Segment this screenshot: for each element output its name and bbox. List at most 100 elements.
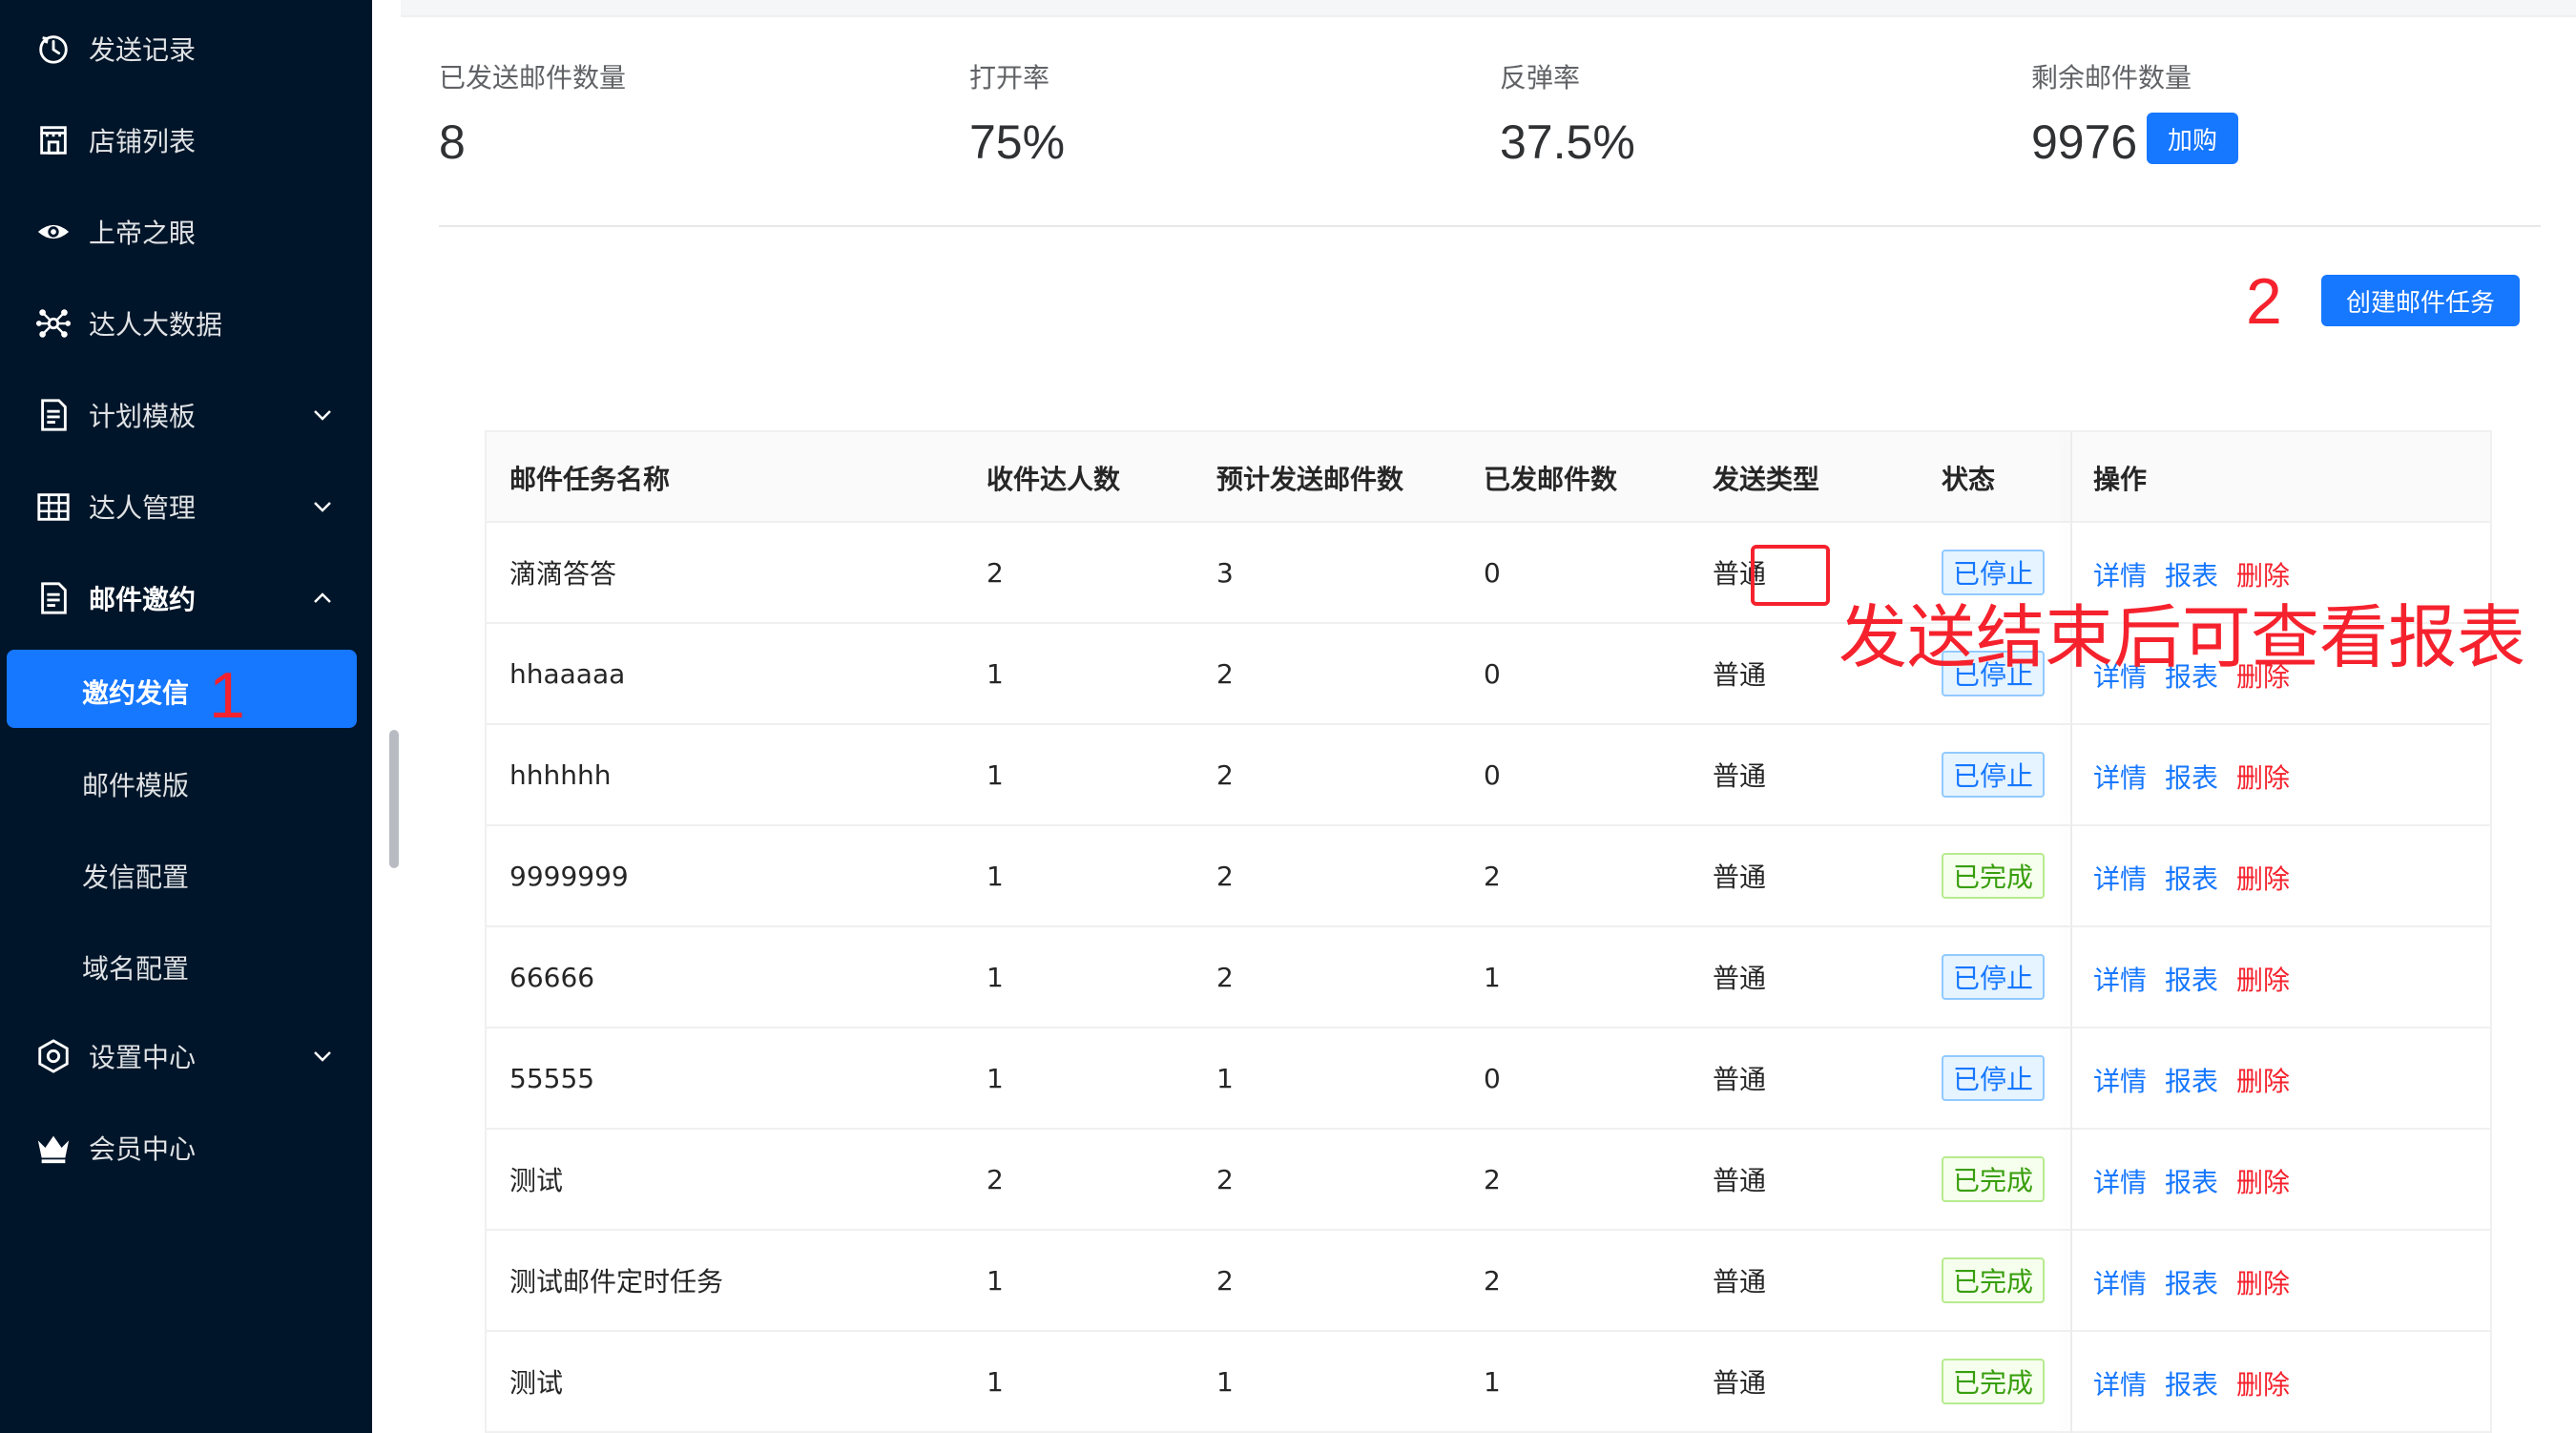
table-row: 测试 2 2 2 普通 已完成 详情 报表 删除: [487, 1130, 2490, 1231]
stat-bounce-rate: 反弹率 37.5%: [1500, 57, 1635, 169]
report-link[interactable]: 报表: [2165, 758, 2218, 796]
sidebar-item-label: 邮件邀约: [89, 584, 197, 615]
cell-planned: 2: [1216, 657, 1234, 690]
cell-status: 已停止: [1942, 1028, 2046, 1128]
sidebar-item-shop-list[interactable]: 店铺列表: [0, 99, 372, 181]
annotation-step-1: 1: [209, 659, 245, 732]
delete-link[interactable]: 删除: [2236, 555, 2290, 593]
delete-link[interactable]: 删除: [2236, 859, 2290, 897]
sidebar-item-influencer-management[interactable]: 达人管理: [0, 466, 372, 548]
stat-title: 反弹率: [1500, 62, 1581, 93]
report-link[interactable]: 报表: [2165, 859, 2218, 897]
cell-status: 已停止: [1942, 927, 2046, 1027]
report-link[interactable]: 报表: [2165, 1263, 2218, 1301]
cell-sent: 2: [1484, 1163, 1501, 1195]
status-badge: 已完成: [1942, 1359, 2046, 1404]
column-header: 操作: [2093, 463, 2148, 495]
cell-status: 已完成: [1942, 1130, 2046, 1229]
detail-link[interactable]: 详情: [2093, 758, 2147, 796]
delete-link[interactable]: 删除: [2236, 1263, 2290, 1301]
eye-icon: [34, 213, 73, 251]
sidebar-item-label: 计划模板: [89, 401, 197, 432]
status-badge: 已停止: [1942, 550, 2046, 595]
status-badge: 已停止: [1942, 954, 2046, 1000]
detail-link[interactable]: 详情: [2093, 1364, 2147, 1402]
table-row: 测试 1 1 1 普通 已完成 详情 报表 删除: [487, 1332, 2490, 1433]
cell-planned: 2: [1216, 961, 1234, 993]
cell-planned: 2: [1216, 1264, 1234, 1297]
cell-type: 普通: [1713, 862, 1767, 893]
detail-link[interactable]: 详情: [2093, 1061, 2147, 1099]
sidebar-subitem-label: 发信配置: [82, 862, 190, 893]
sidebar-subitem-email-template[interactable]: 邮件模版: [0, 740, 372, 822]
cell-sent: 2: [1484, 860, 1501, 892]
sidebar-item-member-center[interactable]: 会员中心: [0, 1107, 372, 1189]
sidebar-subitem-label: 域名配置: [82, 953, 190, 985]
cell-sent: 2: [1484, 1264, 1501, 1297]
stat-title: 打开率: [969, 62, 1050, 93]
delete-link[interactable]: 删除: [2236, 1061, 2290, 1099]
sidebar-item-email-invitation[interactable]: 邮件邀约: [0, 557, 372, 639]
cell-type: 普通: [1713, 963, 1767, 994]
table-icon: [34, 488, 73, 526]
top-strip: [401, 0, 2576, 17]
table-row: 55555 1 1 0 普通 已停止 详情 报表 删除: [487, 1028, 2490, 1130]
network-icon: [34, 304, 73, 343]
cell-sent: 0: [1484, 657, 1501, 690]
cell-recipients: 2: [987, 556, 1004, 589]
cell-planned: 1: [1216, 1365, 1234, 1398]
sidebar-item-send-records[interactable]: 发送记录: [0, 8, 372, 90]
cell-recipients: 2: [987, 1163, 1004, 1195]
email-task-table: 邮件任务名称 收件达人数 预计发送邮件数 已发邮件数 发送类型 状态 操作 滴滴…: [485, 430, 2492, 1433]
document-icon: [34, 579, 73, 617]
scrollbar-thumb[interactable]: [389, 730, 399, 868]
report-link[interactable]: 报表: [2165, 960, 2218, 998]
sidebar-item-influencer-data[interactable]: 达人大数据: [0, 282, 372, 364]
detail-link[interactable]: 详情: [2093, 1162, 2147, 1200]
cell-status: 已停止: [1942, 725, 2046, 824]
table-header: 邮件任务名称 收件达人数 预计发送邮件数 已发邮件数 发送类型 状态 操作: [487, 432, 2490, 523]
sidebar-subitem-send-config[interactable]: 发信配置: [0, 832, 372, 914]
chevron-down-icon: [314, 410, 331, 421]
delete-link[interactable]: 删除: [2236, 960, 2290, 998]
detail-link[interactable]: 详情: [2093, 555, 2147, 593]
cell-recipients: 1: [987, 1365, 1004, 1398]
sidebar-subitem-invite-send[interactable]: 邀约发信 1: [7, 650, 357, 728]
delete-link[interactable]: 删除: [2236, 1162, 2290, 1200]
settings-icon: [34, 1037, 73, 1075]
table-row: hhhhhh 1 2 0 普通 已停止 详情 报表 删除: [487, 725, 2490, 826]
report-link[interactable]: 报表: [2165, 1061, 2218, 1099]
sidebar-subitem-domain-config[interactable]: 域名配置: [0, 924, 372, 1006]
stat-remaining-count: 剩余邮件数量 9976: [2031, 57, 2192, 169]
report-link[interactable]: 报表: [2165, 1364, 2218, 1402]
buy-more-button[interactable]: 加购: [2147, 113, 2238, 164]
cell-recipients: 1: [987, 860, 1004, 892]
delete-link[interactable]: 删除: [2236, 1364, 2290, 1402]
detail-link[interactable]: 详情: [2093, 1263, 2147, 1301]
report-link[interactable]: 报表: [2165, 1162, 2218, 1200]
stat-sent-count: 已发送邮件数量 8: [439, 57, 626, 169]
sidebar-item-settings-center[interactable]: 设置中心: [0, 1015, 372, 1097]
status-badge: 已完成: [1942, 1257, 2046, 1303]
sidebar-subitem-label: 邀约发信: [82, 677, 190, 709]
cell-recipients: 1: [987, 961, 1004, 993]
create-email-task-button[interactable]: 创建邮件任务: [2321, 275, 2520, 326]
scrollbar-track: [372, 0, 401, 1433]
cell-name: 55555: [509, 1062, 595, 1094]
sidebar-item-label: 达人大数据: [89, 309, 223, 341]
sidebar-subitem-label: 邮件模版: [82, 770, 190, 801]
detail-link[interactable]: 详情: [2093, 859, 2147, 897]
sidebar-item-gods-eye[interactable]: 上帝之眼: [0, 191, 372, 273]
detail-link[interactable]: 详情: [2093, 960, 2147, 998]
chevron-up-icon: [314, 592, 331, 603]
annotation-step-2: 2: [2246, 265, 2282, 338]
delete-link[interactable]: 删除: [2236, 758, 2290, 796]
sidebar-item-label: 发送记录: [89, 34, 197, 66]
cell-recipients: 1: [987, 1264, 1004, 1297]
history-icon: [34, 30, 73, 68]
cell-planned: 2: [1216, 758, 1234, 791]
sidebar-item-plan-template[interactable]: 计划模板: [0, 374, 372, 456]
cell-recipients: 1: [987, 657, 1004, 690]
cell-type: 普通: [1713, 1064, 1767, 1095]
report-link[interactable]: 报表: [2165, 555, 2218, 593]
